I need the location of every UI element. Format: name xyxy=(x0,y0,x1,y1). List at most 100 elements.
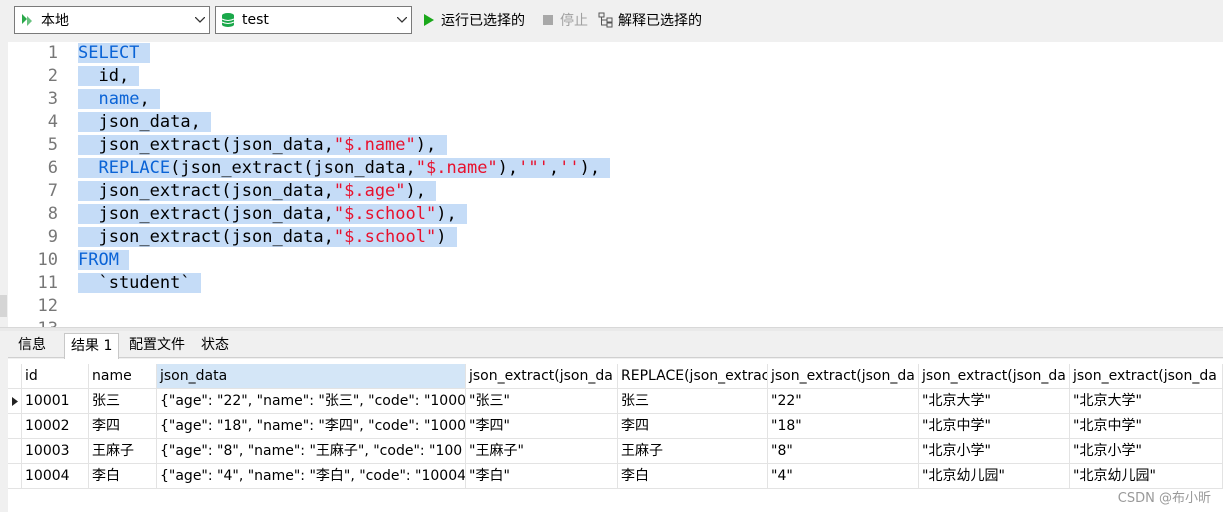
table-cell[interactable]: 李白 xyxy=(618,464,768,489)
code-line[interactable]: 5 json_extract(json_data,"$.name"), xyxy=(8,134,1208,157)
table-cell[interactable]: {"age": "22", "name": "张三", "code": "100… xyxy=(157,389,466,414)
tab-0[interactable]: 信息 xyxy=(12,333,52,358)
table-cell[interactable]: 10002 xyxy=(22,414,89,439)
table-cell[interactable]: 李白 xyxy=(89,464,157,489)
code-text: json_extract(json_data,"$.school"), xyxy=(78,203,467,226)
row-indicator[interactable] xyxy=(8,414,22,439)
sql-keyword: FROM xyxy=(78,250,119,270)
table-cell[interactable]: "22" xyxy=(768,389,919,414)
sql-token: id, xyxy=(78,66,130,86)
explain-selected-button[interactable]: 解释已选择的 xyxy=(598,9,702,31)
sql-string: "$.school" xyxy=(333,204,437,224)
table-cell[interactable]: "北京中学" xyxy=(1070,414,1223,439)
code-text: id, xyxy=(78,65,140,88)
column-header[interactable]: name xyxy=(89,364,157,389)
run-selected-button[interactable]: 运行已选择的 xyxy=(421,9,525,31)
line-number: 12 xyxy=(37,296,58,316)
table-row[interactable]: 10004 李白 {"age": "4", "name": "李白", "code"… xyxy=(8,464,1223,489)
sql-string: "$.age" xyxy=(333,181,406,201)
table-cell[interactable]: "4" xyxy=(768,464,919,489)
table-cell[interactable]: "李四" xyxy=(466,414,618,439)
table-cell[interactable]: {"age": "8", "name": "王麻子", "code": "100 xyxy=(157,439,466,464)
table-cell[interactable]: "18" xyxy=(768,414,919,439)
table-cell[interactable]: "北京中学" xyxy=(919,414,1070,439)
line-number: 7 xyxy=(47,181,58,201)
connection-select[interactable]: 本地 xyxy=(14,6,210,34)
table-cell[interactable]: {"age": "18", "name": "李四", "code": "100… xyxy=(157,414,466,439)
table-cell[interactable]: "北京大学" xyxy=(1070,389,1223,414)
table-cell[interactable]: {"age": "4", "name": "李白", "code": "1000… xyxy=(157,464,466,489)
table-cell[interactable]: "北京大学" xyxy=(919,389,1070,414)
table-cell[interactable]: 李四 xyxy=(89,414,157,439)
table-row[interactable]: 10001 张三 {"age": "22", "name": "张三", "code… xyxy=(8,389,1223,414)
column-header[interactable]: id xyxy=(22,364,89,389)
sql-string: "$.school" xyxy=(333,227,437,247)
explain-tree-icon xyxy=(598,12,614,28)
table-cell[interactable]: "8" xyxy=(768,439,919,464)
table-cell[interactable]: "张三" xyxy=(466,389,618,414)
code-line[interactable]: 13 xyxy=(8,318,1208,327)
connection-value: 本地 xyxy=(41,13,69,29)
code-line[interactable]: 12 xyxy=(8,295,1208,318)
table-cell[interactable]: 张三 xyxy=(89,389,157,414)
table-cell[interactable]: "北京小学" xyxy=(919,439,1070,464)
stop-button[interactable]: 停止 xyxy=(540,9,588,31)
code-line[interactable]: 10 FROM xyxy=(8,249,1208,272)
sql-string: '' xyxy=(559,158,580,178)
row-indicator[interactable] xyxy=(8,389,22,414)
sql-token: json_extract(json_data, xyxy=(78,181,334,201)
selection-tail xyxy=(426,181,437,201)
code-text: FROM xyxy=(78,249,130,272)
line-number: 3 xyxy=(47,89,58,109)
column-header[interactable]: json_extract(json_da xyxy=(768,364,919,389)
table-cell[interactable]: 10001 xyxy=(22,389,89,414)
code-line[interactable]: 11 `student` xyxy=(8,272,1208,295)
table-cell[interactable]: "李白" xyxy=(466,464,618,489)
code-line[interactable]: 7 json_extract(json_data,"$.age"), xyxy=(8,180,1208,203)
row-indicator[interactable] xyxy=(8,464,22,489)
table-cell[interactable]: 张三 xyxy=(618,389,768,414)
sql-token xyxy=(78,89,99,109)
tab-3[interactable]: 状态 xyxy=(195,333,235,358)
table-row[interactable]: 10002 李四 {"age": "18", "name": "李四", "code… xyxy=(8,414,1223,439)
table-cell[interactable]: "北京小学" xyxy=(1070,439,1223,464)
column-header[interactable]: json_extract(json_da xyxy=(919,364,1070,389)
navicat-query-window: 本地 test 运行已选择的 停止 解释已选择的 1 SELECT 2 id, … xyxy=(0,0,1223,512)
code-line[interactable]: 3 name, xyxy=(8,88,1208,111)
table-cell[interactable]: 10004 xyxy=(22,464,89,489)
selection-tail xyxy=(436,135,447,155)
code-line[interactable]: 1 SELECT xyxy=(8,42,1208,65)
code-text: `student` xyxy=(78,272,201,295)
selection-tail xyxy=(190,273,201,293)
row-indicator[interactable] xyxy=(8,439,22,464)
table-cell[interactable]: "北京幼儿园" xyxy=(919,464,1070,489)
column-header[interactable]: json_data xyxy=(157,364,466,389)
tab-1[interactable]: 结果 1 xyxy=(64,333,120,359)
column-header[interactable]: json_extract(json_da xyxy=(1070,364,1223,389)
line-number: 13 xyxy=(8,318,58,327)
code-line[interactable]: 2 id, xyxy=(8,65,1208,88)
chevron-down-icon[interactable] xyxy=(393,7,411,33)
tab-2[interactable]: 配置文件 xyxy=(123,333,191,358)
table-cell[interactable]: "王麻子" xyxy=(466,439,618,464)
table-cell[interactable]: 10003 xyxy=(22,439,89,464)
table-row[interactable]: 10003 王麻子 {"age": "8", "name": "王麻子", "cod… xyxy=(8,439,1223,464)
code-line[interactable]: 9 json_extract(json_data,"$.school") xyxy=(8,226,1208,249)
column-header[interactable]: REPLACE(json_extrac xyxy=(618,364,768,389)
sql-editor[interactable]: 1 SELECT 2 id, 3 name, 4 json_data, 5 jso… xyxy=(8,42,1223,327)
table-cell[interactable]: 王麻子 xyxy=(618,439,768,464)
code-line[interactable]: 6 REPLACE(json_extract(json_data,"$.name… xyxy=(8,157,1208,180)
code-text: SELECT xyxy=(78,42,150,65)
sql-token: ), xyxy=(436,204,457,224)
table-cell[interactable]: "北京幼儿园" xyxy=(1070,464,1223,489)
sql-token: , xyxy=(139,89,150,109)
database-select[interactable]: test xyxy=(215,6,412,34)
chevron-down-icon[interactable] xyxy=(191,7,209,33)
table-cell[interactable]: 王麻子 xyxy=(89,439,157,464)
code-line[interactable]: 4 json_data, xyxy=(8,111,1208,134)
column-header[interactable]: json_extract(json_da xyxy=(466,364,618,389)
sql-token: ), xyxy=(415,135,437,155)
code-line[interactable]: 8 json_extract(json_data,"$.school"), xyxy=(8,203,1208,226)
table-cell[interactable]: 李四 xyxy=(618,414,768,439)
result-grid[interactable]: id name json_data json_extract(json_da REPLA… xyxy=(8,359,1223,512)
